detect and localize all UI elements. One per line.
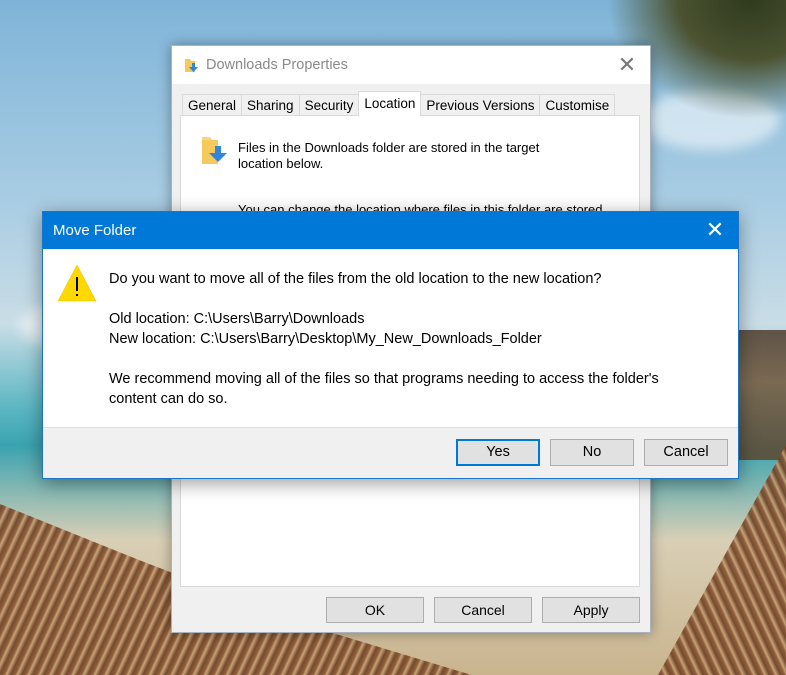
dialog-title-bar[interactable]: Move Folder ✕ xyxy=(43,212,738,249)
dialog-question: Do you want to move all of the files fro… xyxy=(109,271,602,287)
apply-button[interactable]: Apply xyxy=(542,597,640,623)
tab-location[interactable]: Location xyxy=(358,91,422,116)
move-folder-dialog: Move Folder ✕ Do you want to move all of… xyxy=(42,211,739,479)
no-button[interactable]: No xyxy=(550,439,634,466)
tab-customise[interactable]: Customise xyxy=(539,94,616,116)
location-description: Files in the Downloads folder are stored… xyxy=(238,140,540,171)
warning-icon xyxy=(57,264,97,302)
properties-title: Downloads Properties xyxy=(206,57,348,73)
close-icon[interactable]: ✕ xyxy=(614,52,640,78)
dialog-button-row: Yes No Cancel xyxy=(456,439,728,466)
downloads-folder-icon xyxy=(202,137,227,164)
tab-security[interactable]: Security xyxy=(298,94,360,116)
dialog-message: Do you want to move all of the files fro… xyxy=(109,269,719,409)
yes-button[interactable]: Yes xyxy=(456,439,540,466)
properties-button-row: OK Cancel Apply xyxy=(326,597,640,623)
tab-previous-versions[interactable]: Previous Versions xyxy=(420,94,541,116)
cancel-button[interactable]: Cancel xyxy=(434,597,532,623)
properties-tabs: General Sharing Security Location Previo… xyxy=(182,91,616,116)
ok-button[interactable]: OK xyxy=(326,597,424,623)
tab-general[interactable]: General xyxy=(182,94,243,116)
properties-title-bar[interactable]: Downloads Properties ✕ xyxy=(172,46,650,84)
dialog-title: Move Folder xyxy=(53,222,137,239)
old-location: Old location: C:\Users\Barry\Downloads xyxy=(109,311,365,327)
dialog-recommendation: We recommend moving all of the files so … xyxy=(109,371,659,407)
dialog-cancel-button[interactable]: Cancel xyxy=(644,439,728,466)
tab-sharing[interactable]: Sharing xyxy=(241,94,300,116)
downloads-folder-icon xyxy=(185,59,198,72)
new-location: New location: C:\Users\Barry\Desktop\My_… xyxy=(109,331,542,347)
close-icon[interactable]: ✕ xyxy=(702,217,728,243)
dialog-footer: Yes No Cancel xyxy=(43,427,738,478)
